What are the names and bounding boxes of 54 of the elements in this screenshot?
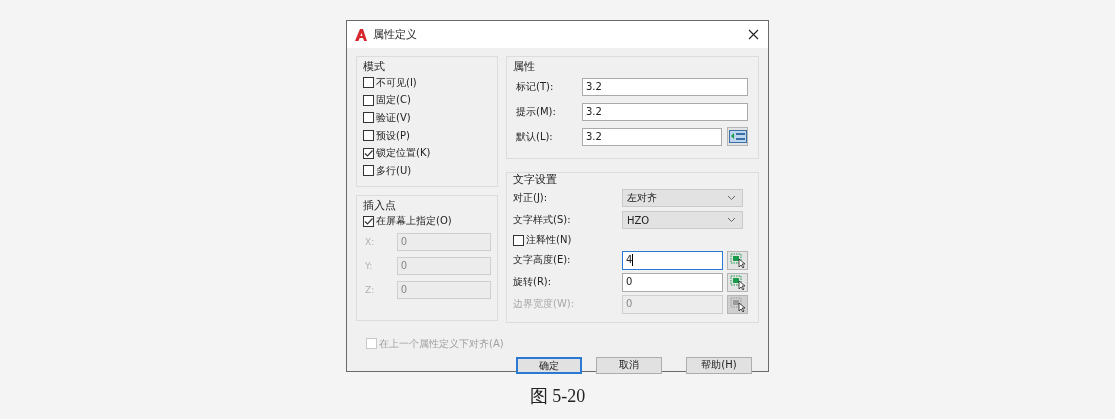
chevron-down-icon xyxy=(727,217,736,223)
input-field[interactable]: 3.2 xyxy=(582,127,722,146)
checkbox[interactable] xyxy=(363,94,374,106)
checkbox[interactable] xyxy=(363,130,374,142)
group-title: 模式 xyxy=(363,60,386,73)
field-label: 默认(L): xyxy=(516,129,554,144)
checkbox-label: 固定(C) xyxy=(376,93,411,108)
checkbox-label: 多行(U) xyxy=(376,163,412,178)
field-label: 边界宽度(W): xyxy=(513,297,576,311)
field-label: 对正(J): xyxy=(513,191,549,205)
checkbox[interactable] xyxy=(363,112,374,124)
dropdown[interactable]: 左对齐 xyxy=(622,189,743,207)
dialog-button[interactable]: 确定 xyxy=(516,356,582,374)
chevron-down-icon xyxy=(727,195,736,201)
dialog-button[interactable]: 帮助(H) xyxy=(686,356,752,374)
field-label: X: xyxy=(365,237,376,248)
input-field[interactable]: 3.2 xyxy=(582,102,748,121)
field-label: 文字样式(S): xyxy=(513,213,572,227)
pick-button[interactable] xyxy=(727,272,748,292)
input-field[interactable]: 4 xyxy=(622,250,723,270)
field-label: Z: xyxy=(365,285,376,296)
pick-point-icon xyxy=(729,296,746,312)
insert-field-button[interactable] xyxy=(727,127,748,146)
pick-button[interactable] xyxy=(727,250,748,270)
checkbox-label: 在屏幕上指定(O) xyxy=(376,214,452,229)
window-title: 属性定义 xyxy=(373,27,418,42)
input-field[interactable]: 3.2 xyxy=(582,77,748,96)
field-label: Y: xyxy=(365,261,374,272)
group-title: 文字设置 xyxy=(513,173,558,186)
app-logo-icon xyxy=(354,27,368,42)
checkbox[interactable] xyxy=(363,147,374,159)
field-label: 标记(T): xyxy=(516,79,555,94)
checkbox[interactable] xyxy=(513,234,524,246)
pick-point-icon xyxy=(729,252,746,268)
checkbox[interactable] xyxy=(363,215,374,227)
pick-point-icon xyxy=(729,274,746,290)
field-label: 文字高度(E): xyxy=(513,253,572,267)
group-title: 属性 xyxy=(513,60,536,73)
field-label: 旋转(R): xyxy=(513,275,553,289)
checkbox[interactable] xyxy=(363,77,374,89)
input-field[interactable]: 0 xyxy=(622,272,723,292)
checkbox-label: 验证(V) xyxy=(376,111,411,125)
figure-caption: 图 5-20 xyxy=(529,385,586,408)
dropdown[interactable]: HZO xyxy=(622,211,743,229)
close-icon xyxy=(747,29,759,40)
insert-field-icon xyxy=(728,130,747,143)
checkbox-label: 注释性(N) xyxy=(526,233,572,247)
group-title: 插入点 xyxy=(363,198,397,212)
checkbox-label: 不可见(I) xyxy=(376,75,417,90)
field-label: 提示(M): xyxy=(516,104,557,119)
checkbox[interactable] xyxy=(363,165,374,177)
checkbox-label: 锁定位置(K) xyxy=(376,146,431,161)
dialog-button[interactable]: 取消 xyxy=(596,356,662,374)
checkbox-label: 预设(P) xyxy=(376,128,410,143)
